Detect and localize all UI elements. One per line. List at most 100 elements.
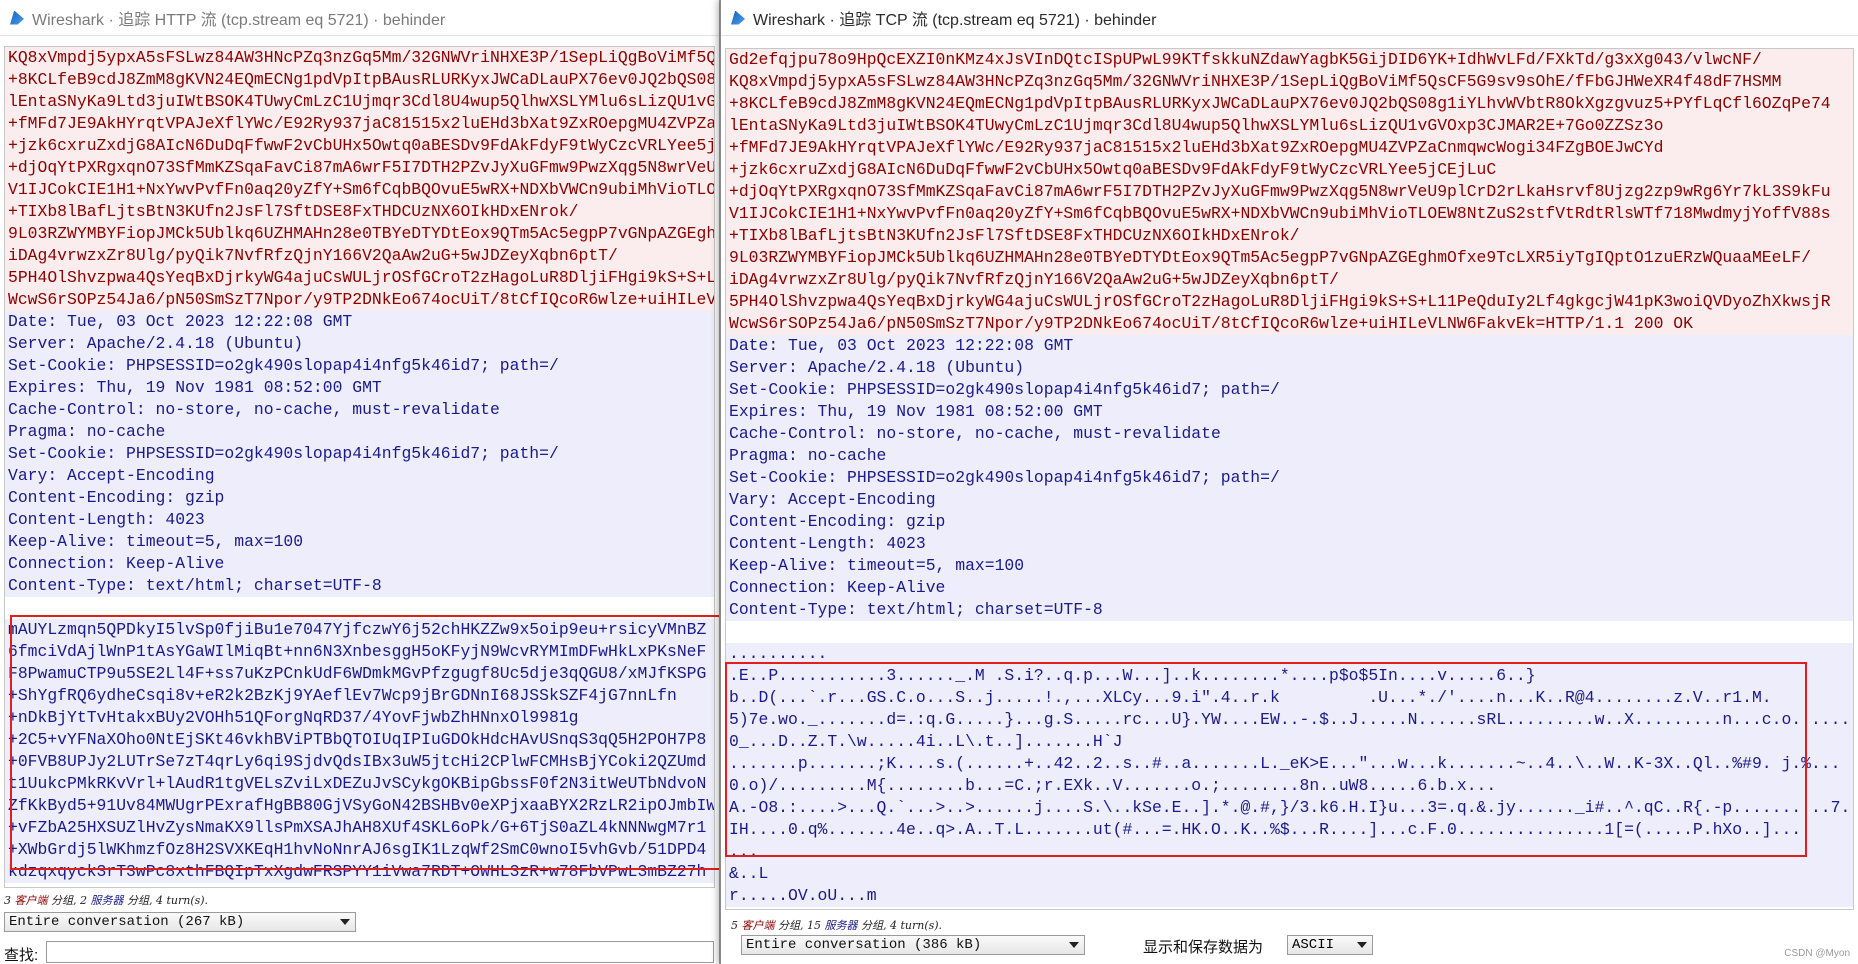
chevron-down-icon [340, 919, 350, 925]
show-data-as-label: 显示和保存数据为 [1143, 939, 1264, 956]
client-data-line: 5PH4OlShvzpwa4QsYeqBxDjrkyWG4ajuCsWULjrO… [5, 267, 714, 289]
conversation-select-value: Entire conversation (267 kB) [9, 914, 245, 930]
client-data-line: +8KCLfeB9cdJ8ZmM8gKVN24EQmECNg1pdVpItpBA… [5, 69, 714, 91]
wireshark-fin-icon [10, 10, 24, 25]
server-data-line: .......p.......;K....s.(......+..42..2..… [726, 753, 1853, 775]
summary-server: 服务器 [90, 894, 124, 907]
client-data-line: +TIXb8lBafLjtsBtN3KUfn2JsFl7SftDSE8FxTHD… [726, 225, 1853, 247]
summary-client: 客户端 [14, 894, 48, 907]
server-data-line: Set-Cookie: PHPSESSID=o2gk490slopap4i4nf… [5, 355, 714, 377]
summary-mid: 分组, 2 [47, 894, 91, 907]
server-data-line: .E..P...........3......_.M .S.i?..q.p...… [726, 665, 1853, 687]
server-data-line: +nDkBjYtTvHtakxBUy2VOHh51QForgNqRD37/4Yo… [5, 707, 714, 729]
server-data-line: IH....0.q%.......4e..q>.A..T.L.......ut(… [726, 819, 1853, 841]
stream-content[interactable]: KQ8xVmpdj5ypxA5sFSLwz84AW3HNcPZq3nzGq5Mm… [4, 46, 715, 888]
server-data-line: Expires: Thu, 19 Nov 1981 08:52:00 GMT [5, 377, 714, 399]
server-data-line: 6fmciVdAjlWnP1tAsYGaWIlMiqBt+nn6N3Xnbesg… [5, 641, 714, 663]
client-data-line: 5PH4OlShvzpwa4QsYeqBxDjrkyWG4ajuCsWULjrO… [726, 291, 1853, 313]
summary-suffix: 分组, 4 turn(s). [857, 919, 943, 932]
server-data-line: +2C5+vYFNaXOho0NtEjSKt46vkhBViPTBbQTOIUq… [5, 729, 714, 751]
client-data-line: iDAg4vrwzxZr8Ulg/pyQik7NvfRfzQjnY166V2Qa… [726, 269, 1853, 291]
server-data-line: Keep-Alive: timeout=5, max=100 [726, 555, 1853, 577]
title-bar[interactable]: Wireshark · 追踪 HTTP 流 (tcp.stream eq 572… [0, 0, 719, 36]
server-data-line: +ShYgfRQ6ydheCsqi8v+eR2k2BzKj9YAeflEv7Wc… [5, 685, 714, 707]
server-data-line: Vary: Accept-Encoding [5, 465, 714, 487]
find-input[interactable] [46, 941, 714, 963]
server-data-line: Vary: Accept-Encoding [726, 489, 1853, 511]
client-data-line: +jzk6cxruZxdjG8AIcN6DuDqFfwwF2vCbUHx5Owt… [5, 135, 714, 157]
server-data-line: .......... [726, 643, 1853, 665]
chevron-down-icon [1357, 942, 1367, 948]
server-data-line: Cache-Control: no-store, no-cache, must-… [726, 423, 1853, 445]
client-data-line: +jzk6cxruZxdjG8AIcN6DuDqFfwwF2vCbUHx5Owt… [726, 159, 1853, 181]
client-data-line: V1IJCokCIE1H1+NxYwvPvfFn0aq20yZfY+Sm6fCq… [726, 203, 1853, 225]
client-data-line: +djOqYtPXRgxqnO73SfMmKZSqaFavCi87mA6wrF5… [726, 181, 1853, 203]
server-data-line: +0FVB8UPJy2LUTrSe7zT4qrLy6qi9SjdvQdsIBx3… [5, 751, 714, 773]
server-data-line: b..D(...`.r...GS.C.o...S..j.....!.,...XL… [726, 687, 1853, 709]
client-data-line: lEntaSNyKa9Ltd3juIWtBSOK4TUwyCmLzC1Ujmqr… [726, 115, 1853, 137]
conversation-select[interactable]: Entire conversation (386 kB) [741, 935, 1085, 955]
server-data-line: Keep-Alive: timeout=5, max=100 [5, 531, 714, 553]
client-data-line: +8KCLfeB9cdJ8ZmM8gKVN24EQmECNg1pdVpItpBA… [726, 93, 1853, 115]
conversation-select-value: Entire conversation (386 kB) [746, 937, 982, 953]
summary-server: 服务器 [824, 919, 858, 932]
client-data-line: V1IJCokCIE1H1+NxYwvPvfFn0aq20yZfY+Sm6fCq… [5, 179, 714, 201]
server-data-line: ZfKkByd5+91Uv84MWUgrPExrafHgBB80GjVSyGoN… [5, 795, 714, 817]
follow-tcp-stream-window: Wireshark · 追踪 TCP 流 (tcp.stream eq 5721… [720, 0, 1858, 964]
server-data-line: Expires: Thu, 19 Nov 1981 08:52:00 GMT [726, 401, 1853, 423]
title-bar[interactable]: Wireshark · 追踪 TCP 流 (tcp.stream eq 5721… [721, 0, 1858, 36]
server-data-line: Date: Tue, 03 Oct 2023 12:22:08 GMT [726, 335, 1853, 357]
server-data-line: &..L [726, 863, 1853, 885]
server-data-line: Pragma: no-cache [5, 421, 714, 443]
server-data-line: t1UukcPMkRKvVrl+lAudR1tgVELsZviLxDEZuJvS… [5, 773, 714, 795]
server-data-line: Connection: Keep-Alive [726, 577, 1853, 599]
summary-suffix: 分组, 4 turn(s). [123, 894, 209, 907]
server-data-line: kdzqxqyck3rT3wPc8xthFBQIpTxXgdwFRSPYY1iV… [5, 861, 714, 883]
server-data-line: Set-Cookie: PHPSESSID=o2gk490slopap4i4nf… [726, 379, 1853, 401]
wireshark-fin-icon [731, 10, 745, 25]
server-data-line: 0.o)/.........M{........b...=C.;r.EXk..V… [726, 775, 1853, 797]
packet-summary: 5 客户端 分组, 15 服务器 分组, 4 turn(s). [731, 917, 942, 933]
client-data-line: +TIXb8lBafLjtsBtN3KUfn2JsFl7SftDSE8FxTHD… [5, 201, 714, 223]
client-data-line: 9L03RZWYMBYFiopJMCk5Ublkq6UZHMAHn28e0TBY… [726, 247, 1853, 269]
client-data-line: iDAg4vrwzxZr8Ulg/pyQik7NvfRfzQjnY166V2Qa… [5, 245, 714, 267]
server-data-line: Date: Tue, 03 Oct 2023 12:22:08 GMT [5, 311, 714, 333]
summary-mid: 分组, 15 [774, 919, 825, 932]
server-data-line: Set-Cookie: PHPSESSID=o2gk490slopap4i4nf… [5, 443, 714, 465]
server-data-line: 0_...D..Z.T.\w.....4i..L\.t..].......H`J [726, 731, 1853, 753]
server-data-line: Content-Length: 4023 [726, 533, 1853, 555]
server-data-line: Cache-Control: no-store, no-cache, must-… [5, 399, 714, 421]
client-data-line: lEntaSNyKa9Ltd3juIWtBSOK4TUwyCmLzC1Ujmqr… [5, 91, 714, 113]
server-data-line: +vFZbA25HXSUZlHvZysNmaKX9llsPmXSAJhAH8XU… [5, 817, 714, 839]
server-data-line: Server: Apache/2.4.18 (Ubuntu) [5, 333, 714, 355]
server-data-line: Connection: Keep-Alive [5, 553, 714, 575]
server-data-line: mAUYLzmqn5QPDkyI5lvSp0fjiBu1e7047YjfczwY… [5, 619, 714, 641]
server-data-line: Content-Type: text/html; charset=UTF-8 [726, 599, 1853, 621]
server-data-line: Pragma: no-cache [726, 445, 1853, 467]
client-data-line: WcwS6rSOPz54Ja6/pN50SmSzT7Npor/y9TP2DNkE… [5, 289, 714, 311]
stream-content[interactable]: Gd2efqjpu78o9HpQcEXZI0nKMz4xJsVInDQtcISp… [725, 48, 1854, 910]
server-data-line: A.-O8.:....>...Q.`...>..>......j....S.\.… [726, 797, 1853, 819]
client-data-line: +fMFd7JE9AkHYrqtVPAJeXflYWc/E92Ry937jaC8… [5, 113, 714, 135]
server-data-line: Content-Encoding: gzip [726, 511, 1853, 533]
window-title: Wireshark · 追踪 TCP 流 (tcp.stream eq 5721… [753, 11, 1157, 29]
summary-client: 客户端 [741, 919, 775, 932]
conversation-select[interactable]: Entire conversation (267 kB) [4, 912, 356, 932]
server-data-line: Server: Apache/2.4.18 (Ubuntu) [726, 357, 1853, 379]
packet-summary: 3 客户端 分组, 2 服务器 分组, 4 turn(s). [4, 892, 208, 908]
server-data-line: r.....OV.oU...m [726, 885, 1853, 907]
client-data-line: WcwS6rSOPz54Ja6/pN50SmSzT7Npor/y9TP2DNkE… [726, 313, 1853, 335]
server-data-line: +XWbGrdj5lWKhmzfOz8H2SVXKEqH1hvNoNnrAJ6s… [5, 839, 714, 861]
show-data-as-value: ASCII [1292, 937, 1335, 953]
show-data-as-select[interactable]: ASCII [1287, 935, 1373, 955]
window-title: Wireshark · 追踪 HTTP 流 (tcp.stream eq 572… [32, 11, 446, 29]
find-label: 查找: [4, 947, 39, 964]
chevron-down-icon [1069, 942, 1079, 948]
server-data-line: Content-Encoding: gzip [5, 487, 714, 509]
server-data-line: Set-Cookie: PHPSESSID=o2gk490slopap4i4nf… [726, 467, 1853, 489]
server-data-line: 5)7e.wo._.......d=.:q.G.....}...g.S.....… [726, 709, 1853, 731]
client-data-line: KQ8xVmpdj5ypxA5sFSLwz84AW3HNcPZq3nzGq5Mm… [726, 71, 1853, 93]
summary-prefix: 3 [4, 894, 15, 907]
